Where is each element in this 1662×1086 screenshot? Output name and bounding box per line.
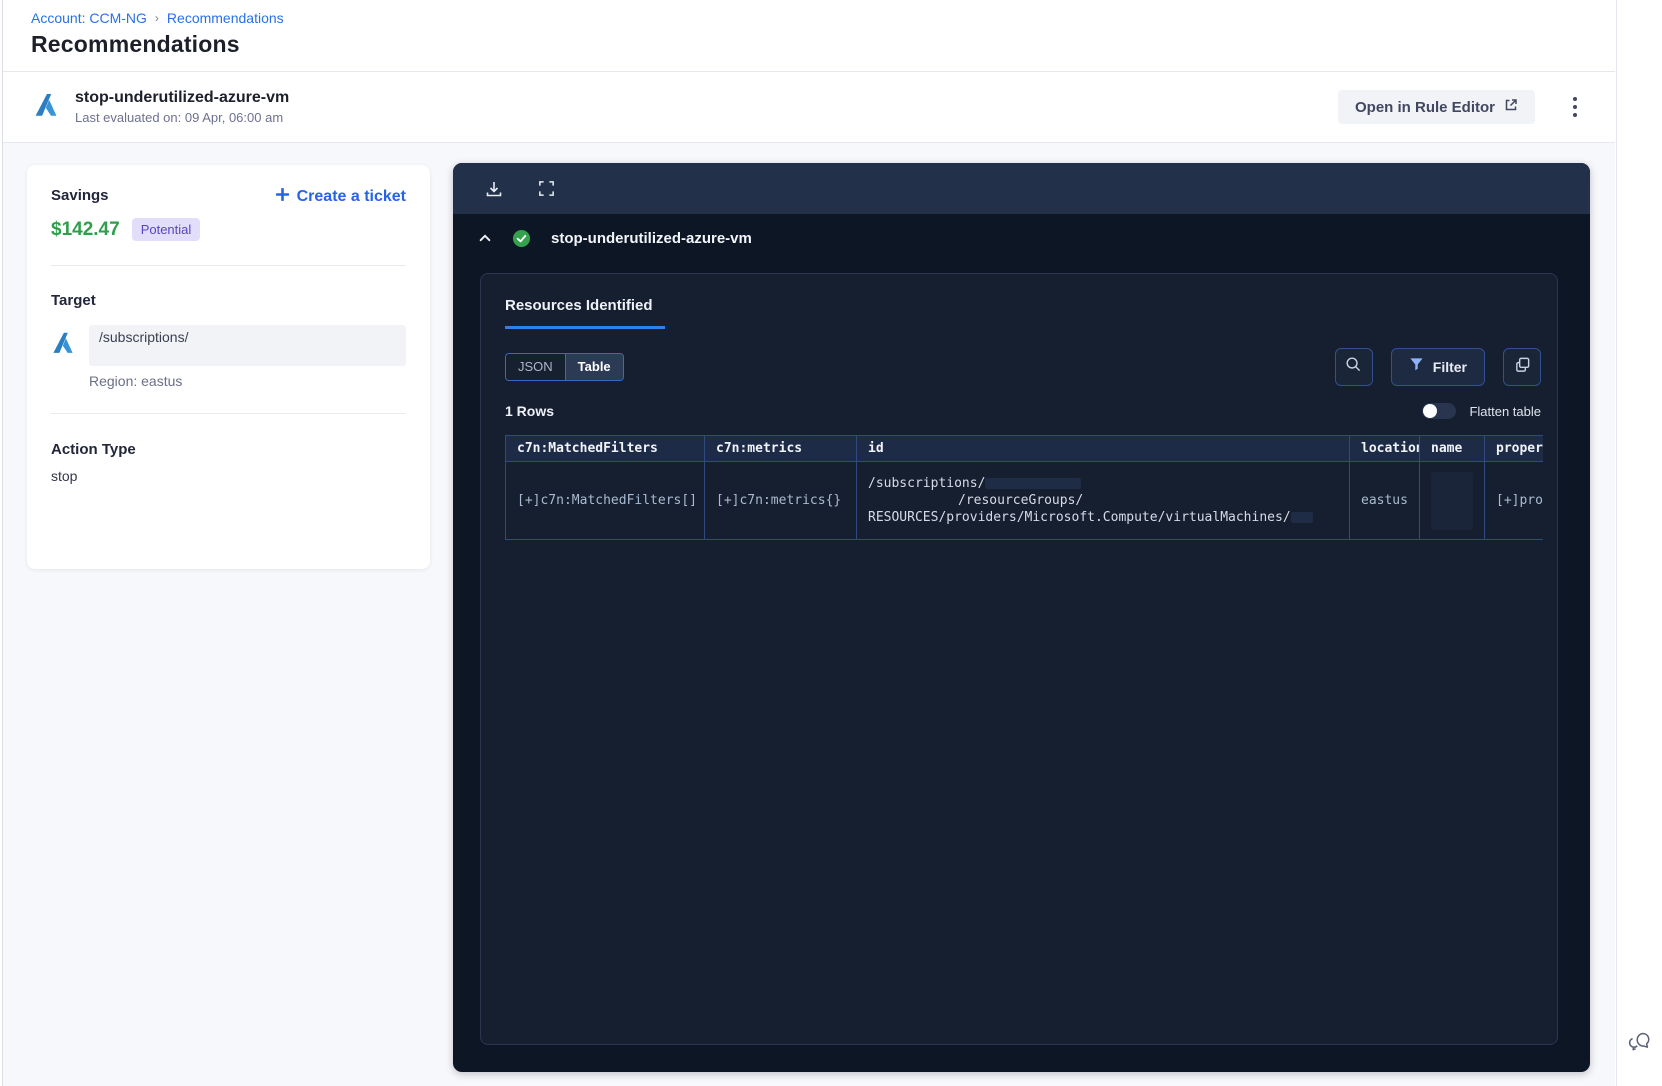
open-in-rule-editor-button[interactable]: Open in Rule Editor [1337,90,1535,124]
chevron-up-icon[interactable] [477,230,493,246]
rule-result-header: stop-underutilized-azure-vm [453,214,1590,262]
filter-icon [1409,357,1424,377]
chat-bubbles-icon [1628,1029,1652,1058]
cell-location: eastus [1349,461,1420,540]
divider [51,265,406,266]
rule-title: stop-underutilized-azure-vm [75,89,290,106]
rows-bar: 1 Rows Flatten table [505,403,1541,419]
cell-name [1419,461,1485,540]
flatten-table-toggle[interactable] [1422,403,1457,419]
table-header-row: c7n:MatchedFilters c7n:metrics id locati… [505,435,1543,462]
view-toggle: JSON Table [505,353,624,381]
results-toolbar [453,163,1590,214]
col-matched-filters: c7n:MatchedFilters [505,435,705,462]
azure-icon [33,92,59,123]
recommendations-page: Account: CCM-NG › Recommendations Recomm… [0,0,1662,1086]
resources-table: c7n:MatchedFilters c7n:metrics id locati… [505,435,1543,540]
cell-properties[interactable]: [+]properties{} [1484,461,1543,540]
target-region: Region: eastus [89,373,183,389]
rule-header: stop-underutilized-azure-vm Last evaluat… [3,72,1615,143]
cell-metrics[interactable]: [+]c7n:metrics{} [704,461,857,540]
breadcrumb-separator: › [154,11,159,25]
azure-icon-small [51,331,75,360]
col-name: name [1419,435,1485,462]
create-ticket-button[interactable]: Create a ticket [275,187,406,207]
rule-last-evaluated: Last evaluated on: 09 Apr, 06:00 am [75,110,284,125]
filter-button[interactable]: Filter [1390,348,1485,386]
savings-amount: $142.47 [51,218,120,240]
view-controls: JSON Table Filter [505,348,1541,386]
filter-label: Filter [1432,359,1467,375]
target-label: Target [51,292,96,309]
breadcrumb: Account: CCM-NG › Recommendations [31,10,1615,26]
savings-label: Savings [51,187,109,204]
target-path-text: /subscriptions/ [99,329,189,345]
main-area: Account: CCM-NG › Recommendations Recomm… [3,0,1615,1086]
action-type-label: Action Type [51,441,136,458]
redacted-text [985,478,1082,489]
panel-rule-title: stop-underutilized-azure-vm [551,229,752,247]
rule-info: stop-underutilized-azure-vm Last evaluat… [75,89,289,125]
search-button[interactable] [1334,348,1373,386]
resources-identified-card: Resources Identified JSON Table Filter 1… [480,273,1558,1045]
breadcrumb-recommendations-link[interactable]: Recommendations [167,10,284,26]
savings-card: Savings Create a ticket $142.47 Potentia… [27,165,430,569]
tab-label: Resources Identified [505,297,653,314]
tab-resources-identified[interactable]: Resources Identified [505,297,665,329]
success-check-icon [512,229,531,248]
cell-matched-filters[interactable]: [+]c7n:MatchedFilters[] [505,461,705,540]
flatten-table-label: Flatten table [1469,403,1541,419]
page-title: Recommendations [31,31,240,57]
more-options-button[interactable] [1563,92,1587,122]
create-ticket-label: Create a ticket [296,188,406,205]
open-editor-label: Open in Rule Editor [1354,98,1495,116]
col-metrics: c7n:metrics [704,435,857,462]
potential-badge: Potential [131,218,201,241]
toggle-table[interactable]: Table [565,354,623,380]
results-panel: stop-underutilized-azure-vm Resources Id… [453,163,1590,1072]
table-row: [+]c7n:MatchedFilters[] [+]c7n:metrics{}… [505,461,1543,540]
fullscreen-icon[interactable] [535,178,557,200]
target-path: /subscriptions/ [89,325,406,366]
download-icon[interactable] [483,178,505,200]
col-location: location [1349,435,1420,462]
right-rail [1616,0,1662,1086]
external-link-icon [1504,98,1518,116]
copy-icon [1514,356,1531,378]
col-id: id [856,435,1350,462]
chat-help-button[interactable] [1625,1028,1655,1058]
copy-button[interactable] [1503,348,1541,386]
resources-table-container: c7n:MatchedFilters c7n:metrics id locati… [505,435,1543,540]
plus-icon [275,187,290,207]
content-area: Savings Create a ticket $142.47 Potentia… [3,143,1615,1086]
cell-id: /subscriptions/ /resourceGroups/ RESOURC… [856,461,1350,540]
rows-count: 1 Rows [505,403,555,419]
search-icon [1345,356,1362,378]
page-header: Account: CCM-NG › Recommendations Recomm… [3,0,1615,72]
breadcrumb-account-link[interactable]: Account: CCM-NG [31,10,147,26]
divider [51,413,406,414]
col-properties: properties [1484,435,1543,462]
toggle-json[interactable]: JSON [506,354,566,380]
redacted-text [1290,512,1313,523]
action-type-value: stop [51,468,78,484]
redacted-block [1431,471,1473,530]
